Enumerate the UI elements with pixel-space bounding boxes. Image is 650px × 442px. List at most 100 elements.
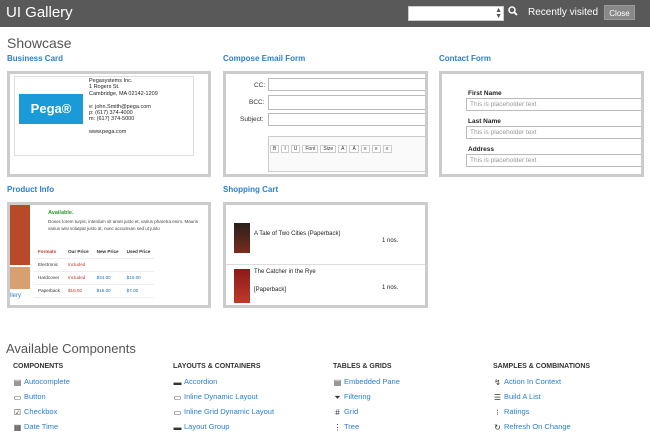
business-card-title[interactable]: Business Card bbox=[7, 54, 63, 63]
shopping-cart-thumbnail[interactable]: A Tale of Two Cities (Paperback) 1 nos. … bbox=[223, 202, 428, 308]
align-button[interactable]: ≡ bbox=[382, 145, 392, 153]
component-link[interactable]: ▬ Accordion bbox=[173, 377, 218, 387]
last-name-field[interactable]: This is placeholder text bbox=[466, 126, 641, 139]
component-link[interactable]: ▬ Layout Group bbox=[173, 422, 230, 432]
component-label: Checkbox bbox=[24, 407, 58, 416]
component-link[interactable]: ▤ Autocomplete bbox=[13, 377, 70, 387]
component-label: Layout Group bbox=[184, 422, 230, 431]
product-info-title[interactable]: Product Info bbox=[7, 185, 54, 194]
component-label: Refresh On Change bbox=[504, 422, 571, 431]
search-input[interactable]: ▲ ▼ bbox=[408, 6, 504, 21]
list-button[interactable]: ≡ bbox=[371, 145, 381, 153]
compose-email-thumbnail[interactable]: CC: BCC: Subject: B I U Font Size A A ≡ ≡ ≡ bbox=[223, 71, 428, 177]
gallery-link[interactable]: llery bbox=[10, 293, 21, 299]
close-button[interactable]: Close bbox=[604, 5, 635, 20]
component-link[interactable]: ⏷ Filtering bbox=[333, 392, 370, 402]
showcase-heading: Showcase bbox=[7, 35, 72, 51]
address-field[interactable]: This is placeholder text bbox=[466, 154, 641, 167]
ratings-icon: ⁝ bbox=[496, 408, 499, 417]
refresh-icon: ↻ bbox=[494, 423, 501, 432]
font-select[interactable]: Font bbox=[302, 145, 319, 153]
column-header: TABLES & GRIDS bbox=[333, 363, 392, 370]
underline-button[interactable]: U bbox=[290, 145, 301, 153]
component-link[interactable]: ⋮ Tree bbox=[333, 422, 360, 432]
component-link[interactable]: ↻ Refresh On Change bbox=[493, 422, 571, 432]
subject-label: Subject: bbox=[240, 116, 264, 123]
contact-form-title[interactable]: Contact Form bbox=[439, 54, 491, 63]
component-link[interactable]: ▭ Inline Dynamic Layout bbox=[173, 392, 258, 402]
cart-item-qty: 1 nos. bbox=[382, 285, 399, 291]
rich-text-editor[interactable]: B I U Font Size A A ≡ ≡ ≡ bbox=[268, 136, 425, 172]
cc-label: CC: bbox=[254, 82, 266, 89]
recently-visited-link[interactable]: Recently visited bbox=[528, 7, 598, 18]
app-title: UI Gallery bbox=[6, 4, 73, 21]
compose-email-title[interactable]: Compose Email Form bbox=[223, 54, 305, 63]
product-image-secondary bbox=[10, 267, 30, 289]
our-price-header: Our Price bbox=[63, 245, 93, 259]
business-card-thumbnail[interactable]: Pega® Pegasystems Inc. 1 Rogers St. Cambri… bbox=[7, 71, 211, 177]
book-cover bbox=[234, 269, 250, 303]
search-icon[interactable] bbox=[508, 6, 518, 16]
component-link[interactable]: ↯ Action In Context bbox=[493, 377, 561, 387]
component-link[interactable]: # Grid bbox=[333, 407, 358, 417]
table-row: Hardcover Included $24.00 $10.00 bbox=[34, 271, 155, 285]
first-name-field[interactable]: This is placeholder text bbox=[466, 98, 641, 111]
new-price-header: New Price bbox=[92, 245, 123, 259]
component-label: Build A List bbox=[504, 392, 541, 401]
cart-item-qty: 1 nos. bbox=[382, 238, 399, 244]
available-components-heading: Available Components bbox=[6, 341, 136, 356]
italic-button[interactable]: I bbox=[281, 145, 289, 153]
component-label: Grid bbox=[344, 407, 359, 416]
component-label: Accordion bbox=[184, 377, 218, 386]
component-link[interactable]: ▤ Embedded Pane bbox=[333, 377, 400, 387]
first-name-label: First Name bbox=[468, 90, 502, 97]
component-link[interactable]: ▭ Inline Grid Dynamic Layout bbox=[173, 407, 274, 417]
checkbox-icon: ☑ bbox=[13, 408, 22, 417]
table-row: Electronic Included bbox=[34, 258, 155, 272]
component-link[interactable]: ☑ Checkbox bbox=[13, 407, 57, 417]
product-description: Donec lorem turpis, interdum sit amet ju… bbox=[48, 219, 199, 231]
bold-button[interactable]: B bbox=[270, 145, 280, 153]
component-link[interactable]: ▦ Date Time bbox=[13, 422, 58, 432]
grid-icon: # bbox=[335, 408, 340, 417]
action-icon: ↯ bbox=[494, 378, 501, 387]
component-label: Action In Context bbox=[504, 377, 562, 386]
formats-header: Formats bbox=[34, 245, 64, 259]
contact-form-thumbnail[interactable]: First Name This is placeholder text Last… bbox=[439, 71, 644, 177]
tree-icon: ⋮ bbox=[333, 423, 342, 432]
cart-item: The Catcher in the Rye [Paperback] 1 nos… bbox=[226, 265, 425, 305]
list-icon: ☰ bbox=[493, 393, 502, 402]
component-link[interactable]: ☰ Build A List bbox=[493, 392, 541, 402]
accordion-icon: ▬ bbox=[173, 378, 182, 387]
spinner-arrows-icon[interactable]: ▲ ▼ bbox=[495, 7, 502, 20]
cart-item-name[interactable]: The Catcher in the Rye bbox=[254, 269, 316, 275]
column-header: COMPONENTS bbox=[13, 363, 64, 370]
filter-icon: ⏷ bbox=[334, 393, 341, 402]
align-left-button[interactable]: ≡ bbox=[360, 145, 370, 153]
component-link[interactable]: ▭ Button bbox=[13, 392, 46, 402]
component-link[interactable]: ⁝ Ratings bbox=[493, 407, 529, 417]
business-card: Pega® Pegasystems Inc. 1 Rogers St. Cambri… bbox=[14, 76, 194, 156]
bcc-field[interactable] bbox=[268, 95, 425, 110]
bcc-label: BCC: bbox=[249, 99, 265, 106]
inline-layout-icon: ▭ bbox=[173, 393, 182, 402]
component-label: Tree bbox=[344, 422, 360, 431]
product-info-thumbnail[interactable]: llery Available. Donec lorem turpis, int… bbox=[7, 202, 211, 308]
cart-item-name[interactable]: A Tale of Two Cities (Paperback) bbox=[254, 231, 341, 237]
cc-field[interactable] bbox=[268, 78, 425, 91]
shopping-cart-title[interactable]: Shopping Cart bbox=[223, 185, 278, 194]
component-label: Inline Grid Dynamic Layout bbox=[184, 407, 275, 416]
product-availability: Available. bbox=[48, 210, 74, 216]
component-label: Autocomplete bbox=[24, 377, 70, 386]
font-color-button[interactable]: A bbox=[338, 145, 348, 153]
pega-logo: Pega® bbox=[19, 94, 83, 124]
book-cover bbox=[234, 223, 250, 253]
highlight-button[interactable]: A bbox=[349, 145, 359, 153]
component-label: Date Time bbox=[24, 422, 59, 431]
subject-field[interactable] bbox=[268, 113, 425, 126]
calendar-icon: ▦ bbox=[13, 423, 22, 432]
size-select[interactable]: Size bbox=[320, 145, 337, 153]
button-icon: ▭ bbox=[13, 393, 22, 402]
inline-grid-icon: ▭ bbox=[173, 408, 182, 417]
cart-item-format: [Paperback] bbox=[254, 287, 287, 293]
